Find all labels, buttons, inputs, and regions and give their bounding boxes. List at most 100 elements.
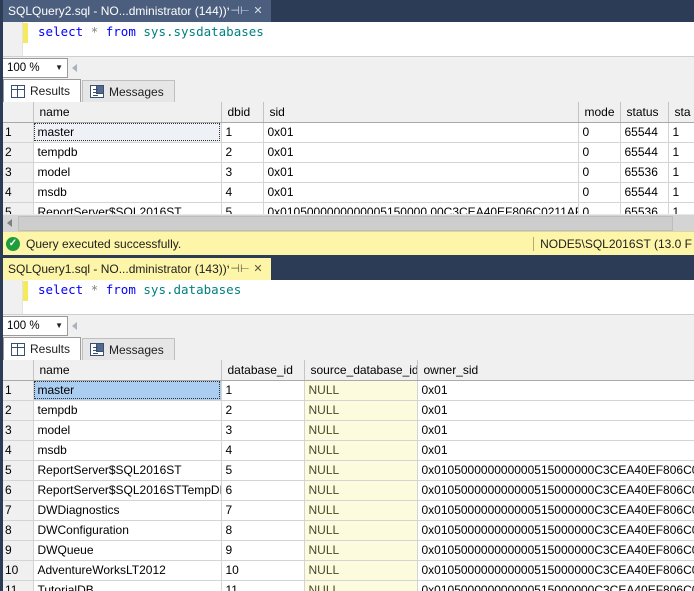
cell-name[interactable]: master (33, 380, 221, 400)
cell-rownum[interactable]: 5 (1, 460, 33, 480)
splitter-handle[interactable] (68, 58, 80, 78)
cell-mode[interactable]: 0 (578, 142, 620, 162)
sql-code-line[interactable]: select * from sys.sysdatabases (28, 22, 264, 42)
cell-owner-sid[interactable]: 0x010500000000000515000000C3CEA40EF806C0… (417, 560, 694, 580)
table-row[interactable]: 6 ReportServer$SQL2016STTempDB 6 NULL 0x… (1, 480, 694, 500)
cell-sta[interactable]: 1 (668, 142, 694, 162)
hscroll-thumb[interactable] (18, 216, 673, 231)
cell-database-id[interactable]: 11 (221, 580, 304, 591)
cell-source-database-id[interactable]: NULL (304, 440, 417, 460)
cell-sid[interactable]: 0x01 (263, 182, 578, 202)
sql-code-line[interactable]: select * from sys.databases (28, 280, 241, 300)
cell-database-id[interactable]: 7 (221, 500, 304, 520)
zoom-level-dropdown[interactable]: 100 % ▼ (2, 316, 68, 336)
scroll-left-arrow-icon[interactable] (1, 215, 18, 232)
cell-sid[interactable]: 0x0105000000000005150000 00C3CEA40EF806C… (263, 202, 578, 214)
col-header-rownum[interactable] (1, 102, 33, 122)
table-row[interactable]: 5 ReportServer$SQL2016ST 5 NULL 0x010500… (1, 460, 694, 480)
cell-database-id[interactable]: 9 (221, 540, 304, 560)
cell-name[interactable]: AdventureWorksLT2012 (33, 560, 221, 580)
cell-name[interactable]: msdb (33, 440, 221, 460)
table-row[interactable]: 7 DWDiagnostics 7 NULL 0x010500000000000… (1, 500, 694, 520)
cell-source-database-id[interactable]: NULL (304, 500, 417, 520)
document-tab-sqlquery2[interactable]: SQLQuery2.sql - NO...dministrator (144))… (0, 0, 271, 22)
cell-sta[interactable]: 1 (668, 182, 694, 202)
cell-rownum[interactable]: 7 (1, 500, 33, 520)
pin-icon[interactable]: ⊣⊢ (233, 4, 247, 18)
pin-icon[interactable]: ⊣⊢ (233, 262, 247, 276)
cell-sta[interactable]: 1 (668, 122, 694, 142)
cell-name[interactable]: msdb (33, 182, 221, 202)
cell-name[interactable]: model (33, 162, 221, 182)
table-row[interactable]: 2 tempdb 2 NULL 0x01 (1, 400, 694, 420)
cell-rownum[interactable]: 10 (1, 560, 33, 580)
table-row[interactable]: 9 DWQueue 9 NULL 0x010500000000000515000… (1, 540, 694, 560)
table-row[interactable]: 3 model 3 0x01 0 65536 1 (1, 162, 694, 182)
tab-messages[interactable]: Messages (82, 80, 175, 102)
cell-rownum[interactable]: 1 (1, 380, 33, 400)
cell-owner-sid[interactable]: 0x01 (417, 380, 694, 400)
table-row[interactable]: 10 AdventureWorksLT2012 10 NULL 0x010500… (1, 560, 694, 580)
results-grid-top[interactable]: name dbid sid mode status sta 1 master 1… (0, 102, 694, 214)
cell-source-database-id[interactable]: NULL (304, 540, 417, 560)
cell-sta[interactable]: 1 (668, 162, 694, 182)
col-header-name[interactable]: name (33, 360, 221, 380)
cell-database-id[interactable]: 2 (221, 400, 304, 420)
col-header-database-id[interactable]: database_id (221, 360, 304, 380)
cell-status[interactable]: 65544 (620, 122, 668, 142)
cell-name[interactable]: DWQueue (33, 540, 221, 560)
cell-owner-sid[interactable]: 0x010500000000000515000000C3CEA40EF806C0… (417, 460, 694, 480)
cell-rownum[interactable]: 5 (1, 202, 33, 214)
table-row[interactable]: 2 tempdb 2 0x01 0 65544 1 (1, 142, 694, 162)
table-row[interactable]: 1 master 1 0x01 0 65544 1 (1, 122, 694, 142)
table-row[interactable]: 8 DWConfiguration 8 NULL 0x0105000000000… (1, 520, 694, 540)
cell-name[interactable]: ReportServer$SQL2016STTempDB (33, 480, 221, 500)
cell-database-id[interactable]: 5 (221, 460, 304, 480)
cell-owner-sid[interactable]: 0x01 (417, 400, 694, 420)
zoom-level-dropdown[interactable]: 100 % ▼ (2, 58, 68, 78)
cell-rownum[interactable]: 1 (1, 122, 33, 142)
cell-sid[interactable]: 0x01 (263, 122, 578, 142)
cell-database-id[interactable]: 10 (221, 560, 304, 580)
cell-name[interactable]: ReportServer$SQL2016ST (33, 460, 221, 480)
cell-rownum[interactable]: 4 (1, 440, 33, 460)
cell-rownum[interactable]: 2 (1, 142, 33, 162)
table-row[interactable]: 4 msdb 4 0x01 0 65544 1 (1, 182, 694, 202)
cell-database-id[interactable]: 4 (221, 440, 304, 460)
document-tab-sqlquery1[interactable]: SQLQuery1.sql - NO...dministrator (143))… (0, 258, 271, 280)
cell-sid[interactable]: 0x01 (263, 142, 578, 162)
table-row[interactable]: 5 ReportServer$SQL2016ST 5 0x01050000000… (1, 202, 694, 214)
cell-database-id[interactable]: 8 (221, 520, 304, 540)
chevron-down-icon[interactable]: ▼ (55, 63, 65, 72)
cell-status[interactable]: 65544 (620, 142, 668, 162)
cell-name[interactable]: TutorialDB (33, 580, 221, 591)
cell-source-database-id[interactable]: NULL (304, 560, 417, 580)
cell-source-database-id[interactable]: NULL (304, 580, 417, 591)
table-row[interactable]: 4 msdb 4 NULL 0x01 (1, 440, 694, 460)
cell-rownum[interactable]: 8 (1, 520, 33, 540)
col-header-sta[interactable]: sta (668, 102, 694, 122)
cell-owner-sid[interactable]: 0x01 (417, 420, 694, 440)
cell-dbid[interactable]: 5 (221, 202, 263, 214)
table-row[interactable]: 11 TutorialDB 11 NULL 0x0105000000000005… (1, 580, 694, 591)
cell-mode[interactable]: 0 (578, 202, 620, 214)
col-header-name[interactable]: name (33, 102, 221, 122)
cell-name[interactable]: ReportServer$SQL2016ST (33, 202, 221, 214)
close-icon[interactable]: ✕ (251, 262, 265, 276)
cell-dbid[interactable]: 1 (221, 122, 263, 142)
col-header-owner-sid[interactable]: owner_sid (417, 360, 694, 380)
close-icon[interactable]: ✕ (251, 4, 265, 18)
cell-source-database-id[interactable]: NULL (304, 400, 417, 420)
cell-dbid[interactable]: 3 (221, 162, 263, 182)
tab-messages[interactable]: Messages (82, 338, 175, 360)
cell-owner-sid[interactable]: 0x010500000000000515000000C3CEA40EF806C0… (417, 480, 694, 500)
sql-editor-bottom[interactable]: select * from sys.databases (0, 280, 694, 314)
cell-status[interactable]: 65544 (620, 182, 668, 202)
tab-results[interactable]: Results (3, 79, 81, 102)
cell-mode[interactable]: 0 (578, 122, 620, 142)
cell-rownum[interactable]: 3 (1, 162, 33, 182)
cell-owner-sid[interactable]: 0x010500000000000515000000C3CEA40EF806C0… (417, 500, 694, 520)
cell-owner-sid[interactable]: 0x01 (417, 440, 694, 460)
cell-source-database-id[interactable]: NULL (304, 520, 417, 540)
table-row[interactable]: 1 master 1 NULL 0x01 (1, 380, 694, 400)
